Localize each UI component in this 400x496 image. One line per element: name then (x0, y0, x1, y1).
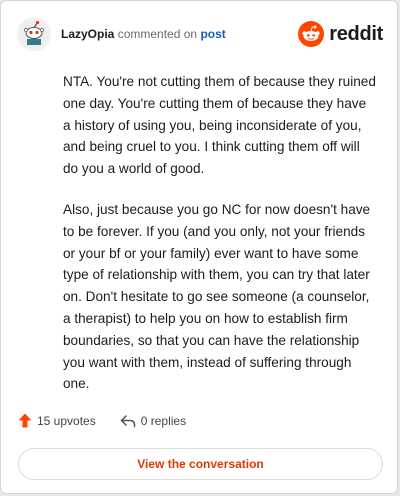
comment-stats: 15 upvotes 0 replies (18, 413, 186, 428)
view-conversation-button[interactable]: View the conversation (18, 448, 383, 480)
comment-action-text: commented on (117, 27, 198, 41)
user-avatar[interactable] (17, 17, 51, 51)
post-link[interactable]: post (200, 27, 225, 41)
upvote-label: 15 upvotes (37, 413, 96, 428)
snoo-avatar-icon (20, 20, 48, 48)
comment-byline: LazyOpia commented on post (61, 27, 226, 41)
comment-paragraph: NTA. You're not cutting them of because … (63, 74, 376, 177)
reddit-brand[interactable]: reddit (298, 21, 383, 47)
upvote-count[interactable]: 15 upvotes (18, 413, 96, 428)
embedded-comment-card: LazyOpia commented on post reddit NTA. Y… (0, 0, 398, 494)
replies-label: 0 replies (140, 413, 187, 428)
comment-username[interactable]: LazyOpia (61, 27, 114, 41)
comment-paragraph: Also, just because you go NC for now doe… (63, 201, 371, 392)
reddit-wordmark: reddit (329, 22, 383, 45)
comment-header: LazyOpia commented on post reddit (17, 16, 383, 52)
upvote-arrow-icon (18, 413, 32, 428)
reply-arrow-icon (120, 414, 135, 427)
comment-body: NTA. You're not cutting them of because … (63, 71, 377, 414)
reddit-snoo-icon (298, 21, 325, 47)
reply-count[interactable]: 0 replies (120, 414, 186, 428)
